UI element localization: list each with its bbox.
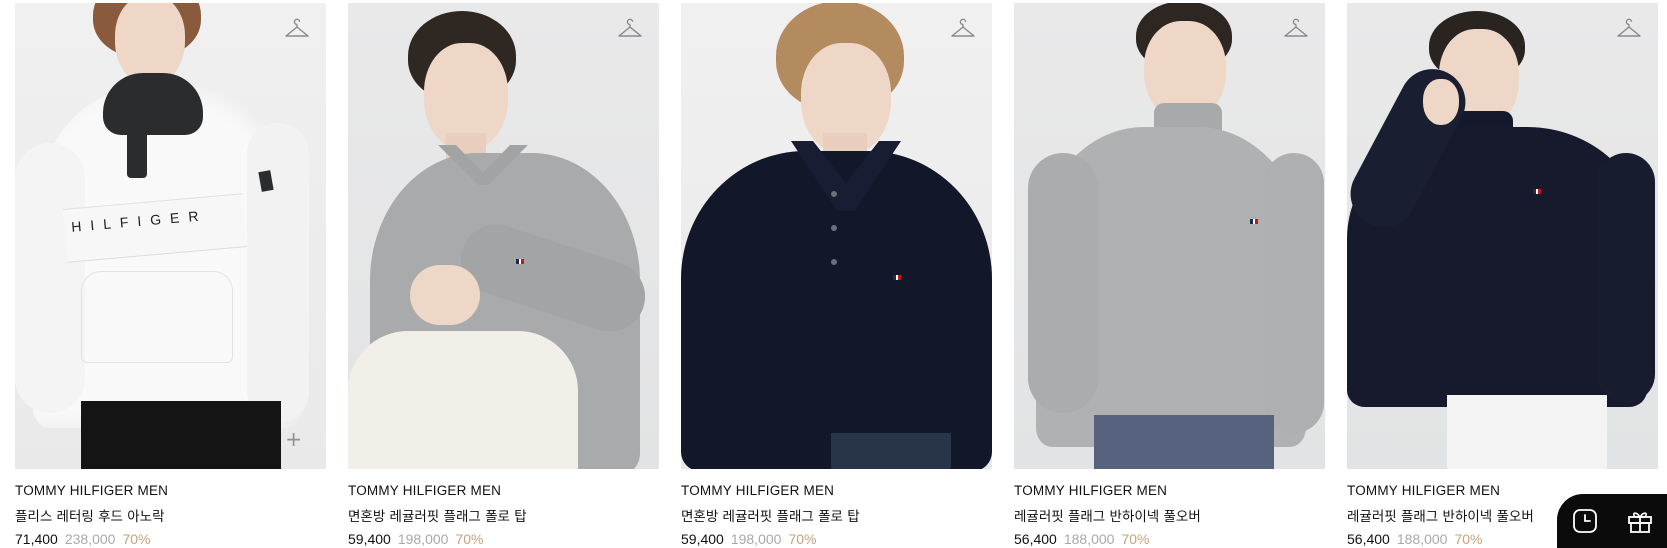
discount-rate: 70% [788,531,817,547]
sale-price: 56,400 [1347,531,1390,547]
sale-price: 59,400 [348,531,391,547]
product-name[interactable]: 면혼방 레귤러핏 플래그 폴로 탑 [681,505,992,525]
price-row: 59,400 198,000 70% [681,531,992,547]
discount-rate: 70% [455,531,484,547]
gift-icon [1627,512,1652,533]
hanger-icon[interactable] [1283,18,1309,44]
clock-icon [1572,509,1597,533]
sale-price: 59,400 [681,531,724,547]
original-price: 198,000 [730,531,782,547]
product-name[interactable]: 면혼방 레귤러핏 플래그 폴로 탑 [348,505,659,525]
product-grid: HILFIGER + TOMMY HILFIGER MEN 플리스 레터링 후드… [15,3,1665,548]
floating-quick-menu [1557,494,1667,548]
product-name[interactable]: 플리스 레터링 후드 아노락 [15,505,326,525]
product-card[interactable]: TOMMY HILFIGER MEN 면혼방 레귤러핏 플래그 폴로 탑 59,… [348,3,659,548]
brand-label[interactable]: TOMMY HILFIGER MEN [348,483,659,498]
product-image[interactable]: HILFIGER + [15,3,326,469]
brand-label[interactable]: TOMMY HILFIGER MEN [1014,483,1325,498]
product-image[interactable] [681,3,992,469]
original-price: 188,000 [1063,531,1115,547]
sale-price: 71,400 [15,531,58,547]
product-card[interactable]: HILFIGER + TOMMY HILFIGER MEN 플리스 레터링 후드… [15,3,326,548]
discount-rate: 70% [1121,531,1150,547]
price-row: 59,400 198,000 70% [348,531,659,547]
price-row: 56,400 188,000 70% [1014,531,1325,547]
hanger-icon[interactable] [1616,18,1642,44]
brand-label[interactable]: TOMMY HILFIGER MEN [15,483,326,498]
quick-add-plus-icon[interactable]: + [285,429,302,449]
brand-label[interactable]: TOMMY HILFIGER MEN [681,483,992,498]
gift-button[interactable] [1624,505,1656,537]
product-image[interactable] [1014,3,1325,469]
product-image[interactable] [348,3,659,469]
product-card[interactable]: TOMMY HILFIGER MEN 면혼방 레귤러핏 플래그 폴로 탑 59,… [681,3,992,548]
discount-rate: 70% [1454,531,1483,547]
sale-price: 56,400 [1014,531,1057,547]
hanger-icon[interactable] [617,18,643,44]
hanger-icon[interactable] [950,18,976,44]
original-price: 198,000 [397,531,449,547]
product-name[interactable]: 레귤러핏 플래그 반하이넥 풀오버 [1014,505,1325,525]
recent-view-button[interactable] [1569,505,1601,537]
product-card[interactable]: TOMMY HILFIGER MEN 레귤러핏 플래그 반하이넥 풀오버 56,… [1014,3,1325,548]
hanger-icon[interactable] [284,18,310,44]
original-price: 188,000 [1396,531,1448,547]
product-image[interactable] [1347,3,1658,469]
original-price: 238,000 [64,531,116,547]
product-card[interactable]: TOMMY HILFIGER MEN 레귤러핏 플래그 반하이넥 풀오버 56,… [1347,3,1658,548]
price-row: 71,400 238,000 70% [15,531,326,547]
discount-rate: 70% [122,531,151,547]
